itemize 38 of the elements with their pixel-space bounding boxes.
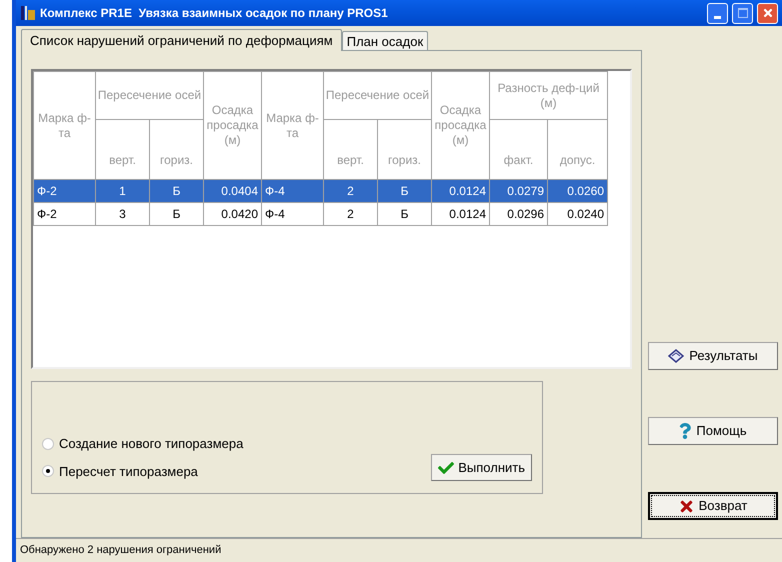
table-cell: 2 <box>324 202 378 226</box>
maximize-button[interactable] <box>732 2 753 24</box>
side-button[interactable]: Возврат <box>648 492 778 520</box>
column-header: Марка ф-та <box>34 72 96 180</box>
column-header: Пересечение осей <box>324 72 432 120</box>
minimize-button[interactable] <box>707 2 728 24</box>
close-button[interactable] <box>757 2 778 24</box>
tab[interactable]: Список нарушений ограничений по деформациям <box>21 29 342 51</box>
column-header: Разность деф-ций (м) <box>490 72 608 120</box>
close-icon <box>762 7 774 19</box>
app-icon <box>20 5 36 21</box>
table-cell: Б <box>378 202 432 226</box>
check-icon <box>438 460 454 476</box>
question-mark-icon <box>679 422 692 440</box>
radio-button[interactable] <box>42 465 54 478</box>
table-cell: Ф-2 <box>34 202 96 226</box>
execute-button[interactable]: Выполнить <box>431 454 532 481</box>
radio-label[interactable]: Пересчет типоразмера <box>59 462 198 481</box>
side-button[interactable]: Результаты <box>648 342 778 370</box>
table-row[interactable]: Ф-2 1 Б 0.0404 Ф-4 2 Б 0.0124 0.0279 0.0260 <box>34 180 608 202</box>
column-header: Осадка просадка (м) <box>432 72 490 180</box>
radio-button[interactable] <box>42 438 54 450</box>
column-header: Осадка просадка (м) <box>204 72 262 180</box>
table-cell: Ф-4 <box>262 202 324 226</box>
table-cell: 0.0124 <box>432 202 490 226</box>
cross-icon <box>678 498 694 514</box>
table-row[interactable]: Ф-2 3 Б 0.0420 Ф-4 2 Б 0.0124 0.0296 0.0240 <box>34 202 608 226</box>
table-cell: 0.0296 <box>490 202 548 226</box>
table-cell: 0.0420 <box>204 202 262 226</box>
tab[interactable]: План осадок <box>342 31 428 50</box>
table-cell: 3 <box>96 202 150 226</box>
table-cell: 0.0240 <box>548 202 608 226</box>
radio-label[interactable]: Создание нового типоразмера <box>59 434 244 454</box>
table-cell: Б <box>150 202 204 226</box>
window-title: Комплекс PR1E Увязка взаимных осадок по плану PROS1 <box>40 5 389 22</box>
status-text: Обнаружено 2 нарушения ограничений <box>20 543 222 558</box>
column-header: Пересечение осей <box>96 72 204 120</box>
side-button[interactable]: Помощь <box>648 417 778 445</box>
